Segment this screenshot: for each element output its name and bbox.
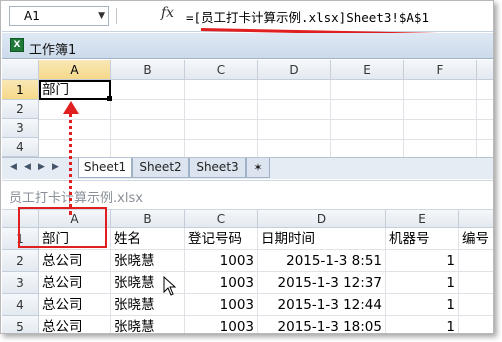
active-cell-outline <box>39 80 111 100</box>
source-cell-highlight <box>18 207 107 248</box>
name-box-value: A1 <box>24 9 40 23</box>
workbook2-title: 员工打卡计算示例.xlsx <box>9 191 143 206</box>
col-header-e[interactable]: E <box>331 60 404 80</box>
name-box[interactable]: A1 ▼ <box>9 6 109 26</box>
row-header-4[interactable]: 4 <box>2 138 39 157</box>
cell-machine[interactable]: 1 <box>386 272 459 294</box>
cell-name[interactable]: 张晓慧 <box>114 294 184 316</box>
excel-icon: X <box>10 38 24 52</box>
row-header-4-2[interactable]: 4 <box>2 294 39 316</box>
col-header-c-2[interactable]: C <box>185 210 258 228</box>
cell-id[interactable]: 1003 <box>185 294 258 316</box>
formula-input[interactable]: =[员工打卡计算示例.xlsx]Sheet3!$A$1 <box>186 7 429 26</box>
cell-dept[interactable]: 总公司 <box>42 294 110 316</box>
col-header-b[interactable]: B <box>111 60 185 80</box>
row-header-3[interactable]: 3 <box>2 119 39 138</box>
cell-machine[interactable]: 1 <box>386 316 459 333</box>
row-header-5-2[interactable]: 5 <box>2 316 39 333</box>
next-sheet-icon[interactable]: ▶ <box>38 162 45 172</box>
sheet-tab-bar: ◀ ◀ ▶ ▶ Sheet1 Sheet2 Sheet3 ✶ <box>2 157 493 179</box>
col-header-b-2[interactable]: B <box>111 210 185 228</box>
reference-arrow-line <box>69 113 72 215</box>
cell-c1-2[interactable]: 登记号码 <box>188 228 258 250</box>
cell-b1-2[interactable]: 姓名 <box>114 228 184 250</box>
cell-machine[interactable]: 1 <box>386 250 459 272</box>
cell-dept[interactable]: 总公司 <box>42 316 110 333</box>
last-sheet-icon[interactable]: ▶ <box>52 162 59 172</box>
reference-arrow-head <box>63 101 79 114</box>
cell-machine[interactable]: 1 <box>386 294 459 316</box>
cell-time[interactable]: 2015-1-3 12:44 <box>258 294 386 316</box>
row-header-3-2[interactable]: 3 <box>2 272 39 294</box>
cell-dept[interactable]: 总公司 <box>42 250 110 272</box>
select-all-corner[interactable] <box>2 60 39 80</box>
tab-sheet1[interactable]: Sheet1 <box>78 158 132 178</box>
col-header-d-2[interactable]: D <box>258 210 386 228</box>
cell-time[interactable]: 2015-1-3 8:51 <box>258 250 386 272</box>
cell-f1-2[interactable]: 编号 <box>462 228 493 250</box>
tab-sheet2[interactable]: Sheet2 <box>132 158 189 178</box>
fx-icon[interactable]: fx <box>161 5 174 21</box>
chevron-down-icon[interactable]: ▼ <box>98 7 105 25</box>
mouse-cursor-icon <box>163 276 177 296</box>
formula-bar-separator <box>116 8 117 24</box>
cell-time[interactable]: 2015-1-3 18:05 <box>258 316 386 333</box>
col-header-d[interactable]: D <box>258 60 331 80</box>
fill-handle[interactable] <box>107 96 112 101</box>
cell-name[interactable]: 张晓慧 <box>114 316 184 333</box>
col-header-e-2[interactable]: E <box>386 210 459 228</box>
first-sheet-icon[interactable]: ◀ <box>10 162 17 172</box>
cell-id[interactable]: 1003 <box>185 316 258 333</box>
row-header-2-2[interactable]: 2 <box>2 250 39 272</box>
col-header-f[interactable]: F <box>404 60 477 80</box>
new-sheet-icon[interactable]: ✶ <box>246 158 270 178</box>
window-frame: A1 ▼ fx =[员工打卡计算示例.xlsx]Sheet3!$A$1 X 工作… <box>0 0 494 334</box>
row-header-1[interactable]: 1 <box>2 80 39 100</box>
tab-sheet3[interactable]: Sheet3 <box>189 158 246 178</box>
col-header-g[interactable] <box>477 60 493 80</box>
workbook1-title: 工作簿1 <box>29 43 77 58</box>
cell-time[interactable]: 2015-1-3 12:37 <box>258 272 386 294</box>
row-header-2[interactable]: 2 <box>2 100 39 119</box>
cell-name[interactable]: 张晓慧 <box>114 250 184 272</box>
prev-sheet-icon[interactable]: ◀ <box>24 162 31 172</box>
cell-d1-2[interactable]: 日期时间 <box>261 228 385 250</box>
cell-e1-2[interactable]: 机器号 <box>389 228 459 250</box>
col-header-a[interactable]: A <box>39 60 111 80</box>
col-header-f-2[interactable] <box>459 210 493 228</box>
cell-dept[interactable]: 总公司 <box>42 272 110 294</box>
col-header-c[interactable]: C <box>185 60 258 80</box>
cell-id[interactable]: 1003 <box>185 272 258 294</box>
cell-id[interactable]: 1003 <box>185 250 258 272</box>
